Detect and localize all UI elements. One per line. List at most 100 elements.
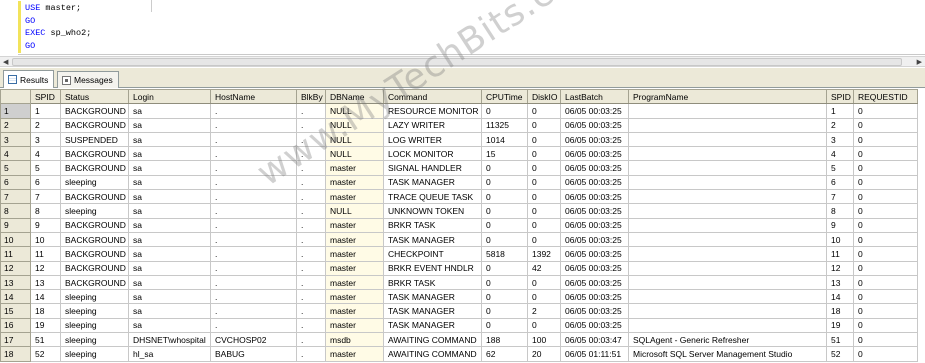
- column-header[interactable]: DBName: [325, 88, 384, 105]
- row-number[interactable]: 9: [0, 217, 31, 233]
- table-cell[interactable]: 1392: [527, 246, 561, 262]
- table-cell[interactable]: 06/05 00:03:25: [560, 231, 629, 248]
- table-cell[interactable]: 10: [30, 231, 61, 248]
- table-cell[interactable]: 1: [30, 103, 61, 119]
- table-cell[interactable]: .: [210, 231, 297, 248]
- table-cell[interactable]: TRACE QUEUE TASK: [383, 189, 482, 205]
- table-cell[interactable]: sleeping: [60, 346, 129, 362]
- table-cell[interactable]: NULL: [325, 146, 384, 162]
- table-cell[interactable]: hl_sa: [128, 346, 211, 362]
- table-cell[interactable]: sa: [128, 174, 211, 191]
- table-cell[interactable]: .: [296, 274, 326, 291]
- table-cell[interactable]: 6: [826, 174, 854, 191]
- table-row[interactable]: 10 10 BACKGROUND sa.. master TASK MANAGER 0 0 06…: [0, 231, 918, 248]
- column-header[interactable]: SPID: [826, 88, 854, 105]
- row-number[interactable]: 17: [0, 332, 31, 348]
- table-cell[interactable]: 0: [481, 260, 528, 276]
- table-cell[interactable]: master: [325, 303, 384, 319]
- row-number[interactable]: 13: [0, 274, 31, 291]
- table-cell[interactable]: sa: [128, 303, 211, 319]
- table-cell[interactable]: .: [210, 260, 297, 276]
- table-cell[interactable]: .: [296, 189, 326, 205]
- results-table[interactable]: SPID Status Login HostName BlkBy DBName Comman…: [0, 88, 918, 362]
- table-cell[interactable]: 52: [30, 346, 61, 362]
- table-row[interactable]: 2 2 BACKGROUND sa.. NULL LAZY WRITER 11325 0 06/…: [0, 117, 918, 133]
- table-cell[interactable]: 0: [527, 160, 561, 176]
- table-cell[interactable]: [628, 303, 827, 319]
- row-number[interactable]: 5: [0, 160, 31, 176]
- table-cell[interactable]: 0: [853, 189, 918, 205]
- table-cell[interactable]: 5: [30, 160, 61, 176]
- table-cell[interactable]: 0: [527, 203, 561, 219]
- table-cell[interactable]: sleeping: [60, 289, 129, 305]
- code-area[interactable]: USE master; GO EXEC sp_who2; GO: [25, 2, 91, 52]
- row-selector-header[interactable]: [0, 88, 31, 105]
- table-cell[interactable]: BRKR EVENT HNDLR: [383, 260, 482, 276]
- table-cell[interactable]: .: [210, 189, 297, 205]
- table-cell[interactable]: 100: [527, 332, 561, 348]
- table-cell[interactable]: AWAITING COMMAND: [383, 332, 482, 348]
- table-row[interactable]: 11 11 BACKGROUND sa.. master CHECKPOINT 5818 13…: [0, 246, 918, 262]
- table-cell[interactable]: BACKGROUND: [60, 146, 129, 162]
- table-cell[interactable]: 0: [527, 103, 561, 119]
- table-cell[interactable]: BABUG: [210, 346, 297, 362]
- table-cell[interactable]: .: [210, 131, 297, 148]
- column-header[interactable]: Status: [60, 88, 129, 105]
- table-cell[interactable]: sa: [128, 117, 211, 133]
- table-cell[interactable]: master: [325, 189, 384, 205]
- column-header[interactable]: Login: [128, 88, 211, 105]
- table-cell[interactable]: 06/05 00:03:25: [560, 131, 629, 148]
- table-cell[interactable]: LAZY WRITER: [383, 117, 482, 133]
- table-row[interactable]: 1 1 BACKGROUND sa.. NULL RESOURCE MONITOR 0 0 06…: [0, 103, 918, 119]
- scroll-thumb[interactable]: [12, 58, 902, 66]
- table-cell[interactable]: 0: [527, 231, 561, 248]
- column-header[interactable]: Command: [383, 88, 482, 105]
- table-cell[interactable]: 0: [481, 103, 528, 119]
- table-cell[interactable]: 18: [30, 303, 61, 319]
- table-row[interactable]: 16 19 sleeping sa.. master TASK MANAGER 0 0 06/0…: [0, 317, 918, 334]
- row-number[interactable]: 3: [0, 131, 31, 148]
- table-cell[interactable]: 3: [30, 131, 61, 148]
- table-cell[interactable]: NULL: [325, 131, 384, 148]
- table-row[interactable]: 5 5 BACKGROUND sa.. master SIGNAL HANDLER 0 0 06…: [0, 160, 918, 176]
- table-cell[interactable]: .: [210, 303, 297, 319]
- table-row[interactable]: 9 9 BACKGROUND sa.. master BRKR TASK 0 0 06/05 0…: [0, 217, 918, 233]
- table-cell[interactable]: sleeping: [60, 303, 129, 319]
- table-cell[interactable]: 14: [826, 289, 854, 305]
- table-cell[interactable]: SIGNAL HANDLER: [383, 160, 482, 176]
- table-cell[interactable]: .: [296, 217, 326, 233]
- table-cell[interactable]: 13: [826, 274, 854, 291]
- table-cell[interactable]: 12: [826, 260, 854, 276]
- table-cell[interactable]: 0: [527, 146, 561, 162]
- table-cell[interactable]: sa: [128, 160, 211, 176]
- column-header[interactable]: SPID: [30, 88, 61, 105]
- table-cell[interactable]: 0: [853, 103, 918, 119]
- row-number[interactable]: 7: [0, 189, 31, 205]
- table-cell[interactable]: 0: [481, 289, 528, 305]
- horizontal-scrollbar[interactable]: ◀ ▶: [0, 56, 925, 67]
- table-cell[interactable]: 51: [30, 332, 61, 348]
- table-cell[interactable]: 0: [481, 317, 528, 334]
- query-editor[interactable]: USE master; GO EXEC sp_who2; GO: [0, 0, 925, 55]
- table-cell[interactable]: BACKGROUND: [60, 117, 129, 133]
- table-cell[interactable]: sa: [128, 131, 211, 148]
- table-cell[interactable]: 0: [853, 289, 918, 305]
- table-cell[interactable]: sa: [128, 203, 211, 219]
- table-cell[interactable]: 0: [481, 231, 528, 248]
- table-cell[interactable]: sleeping: [60, 203, 129, 219]
- table-cell[interactable]: 0: [853, 332, 918, 348]
- table-cell[interactable]: 0: [853, 131, 918, 148]
- table-cell[interactable]: BACKGROUND: [60, 160, 129, 176]
- table-cell[interactable]: 06/05 00:03:25: [560, 103, 629, 119]
- table-cell[interactable]: 8: [826, 203, 854, 219]
- row-number[interactable]: 1: [0, 103, 31, 119]
- tab-messages[interactable]: Messages: [57, 71, 119, 88]
- table-cell[interactable]: UNKNOWN TOKEN: [383, 203, 482, 219]
- table-cell[interactable]: BRKR TASK: [383, 274, 482, 291]
- table-cell[interactable]: 0: [527, 289, 561, 305]
- row-number[interactable]: 18: [0, 346, 31, 362]
- table-cell[interactable]: sa: [128, 217, 211, 233]
- table-cell[interactable]: [628, 103, 827, 119]
- table-cell[interactable]: 06/05 00:03:47: [560, 332, 629, 348]
- table-row[interactable]: 4 4 BACKGROUND sa.. NULL LOCK MONITOR 15 0 06/05…: [0, 146, 918, 162]
